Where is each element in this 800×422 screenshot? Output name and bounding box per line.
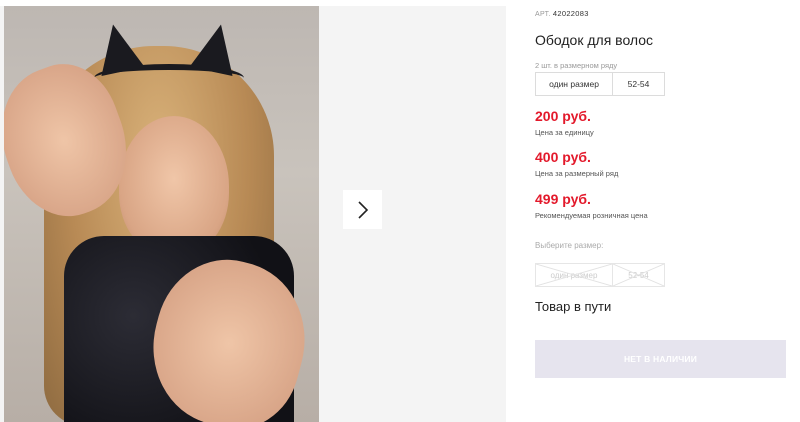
price-retail: 499 руб.: [535, 191, 591, 207]
chevron-right-icon: [357, 200, 368, 219]
size-row-note: 2 шт. в размерном ряду: [535, 61, 618, 70]
strike-icon: [613, 264, 664, 286]
article-label: АРТ.: [535, 11, 551, 18]
size-option-disabled[interactable]: один размер: [535, 263, 613, 287]
gallery-next-button[interactable]: [343, 190, 382, 229]
size-select: один размер 52-54: [535, 263, 665, 287]
size-option-disabled[interactable]: 52-54: [613, 263, 665, 287]
price-unit: 200 руб.: [535, 108, 591, 124]
size-chip: 52-54: [613, 72, 665, 96]
product-photo: [4, 6, 319, 422]
out-of-stock-button[interactable]: НЕТ В НАЛИЧИИ: [535, 340, 786, 378]
price-size-row-note: Цена за размерный ряд: [535, 169, 619, 178]
size-chip: один размер: [535, 72, 613, 96]
article-number: 42022083: [552, 9, 589, 18]
product-gallery: [0, 6, 506, 422]
size-row: один размер 52-54: [535, 72, 665, 96]
price-size-row: 400 руб.: [535, 149, 591, 165]
stock-status: Товар в пути: [535, 299, 612, 314]
product-title: Ободок для волос: [535, 32, 654, 48]
strike-icon: [536, 264, 612, 286]
price-retail-note: Рекомендуемая розничная цена: [535, 211, 648, 220]
price-unit-note: Цена за единицу: [535, 128, 594, 137]
size-select-label: Выберите размер:: [535, 241, 604, 250]
article-line: АРТ. 42022083: [535, 9, 589, 18]
